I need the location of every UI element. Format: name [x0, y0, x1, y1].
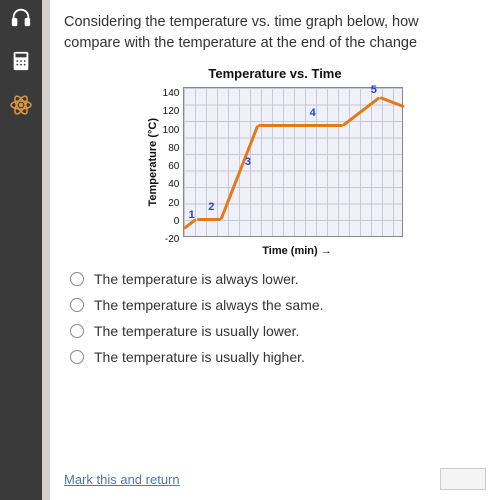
option-label: The temperature is usually higher. [94, 349, 305, 365]
chart-area: Temperature (°C) 140 120 100 80 60 40 20… [147, 87, 404, 237]
radio-icon[interactable] [70, 350, 84, 364]
y-ticks: 140 120 100 80 60 40 20 0 -20 [163, 87, 180, 237]
y-axis-label: Temperature (°C) [147, 118, 159, 207]
option-label: The temperature is always lower. [94, 271, 299, 287]
footer: Mark this and return [64, 468, 486, 490]
radio-icon[interactable] [70, 272, 84, 286]
point-label-5: 5 [371, 84, 377, 96]
radio-icon[interactable] [70, 324, 84, 338]
point-label-2: 2 [208, 201, 214, 213]
option-label: The temperature is always the same. [94, 297, 324, 313]
mark-return-link[interactable]: Mark this and return [64, 472, 180, 487]
footer-box[interactable] [440, 468, 486, 490]
sidebar [0, 0, 42, 500]
chart-title: Temperature vs. Time [208, 66, 341, 81]
point-label-3: 3 [245, 156, 251, 168]
chart: Temperature vs. Time Temperature (°C) 14… [64, 66, 486, 257]
option-label: The temperature is usually lower. [94, 323, 299, 339]
ylabel-box: Temperature (°C) [147, 118, 159, 207]
option-d[interactable]: The temperature is usually higher. [70, 349, 486, 365]
point-label-1: 1 [189, 209, 195, 221]
plot-area: 1 2 3 4 5 [183, 87, 403, 237]
question-line2: compare with the temperature at the end … [64, 35, 417, 51]
heating-curve-segment [379, 96, 405, 108]
heating-curve-segment [220, 125, 259, 220]
heating-curve-segment [258, 124, 344, 127]
headphones-icon[interactable] [8, 4, 34, 30]
option-a[interactable]: The temperature is always lower. [70, 271, 486, 287]
option-b[interactable]: The temperature is always the same. [70, 297, 486, 313]
option-c[interactable]: The temperature is usually lower. [70, 323, 486, 339]
atom-icon[interactable] [8, 92, 34, 118]
question-text: Considering the temperature vs. time gra… [64, 12, 486, 54]
options-group: The temperature is always lower. The tem… [70, 271, 486, 365]
question-line1: Considering the temperature vs. time gra… [64, 14, 419, 30]
radio-icon[interactable] [70, 298, 84, 312]
heating-curve-segment [197, 218, 221, 221]
point-label-4: 4 [310, 107, 316, 119]
x-axis-label: Time (min) → [262, 245, 331, 257]
calculator-icon[interactable] [8, 48, 34, 74]
content-panel: Considering the temperature vs. time gra… [50, 0, 500, 500]
heating-curve-segment [342, 96, 380, 127]
